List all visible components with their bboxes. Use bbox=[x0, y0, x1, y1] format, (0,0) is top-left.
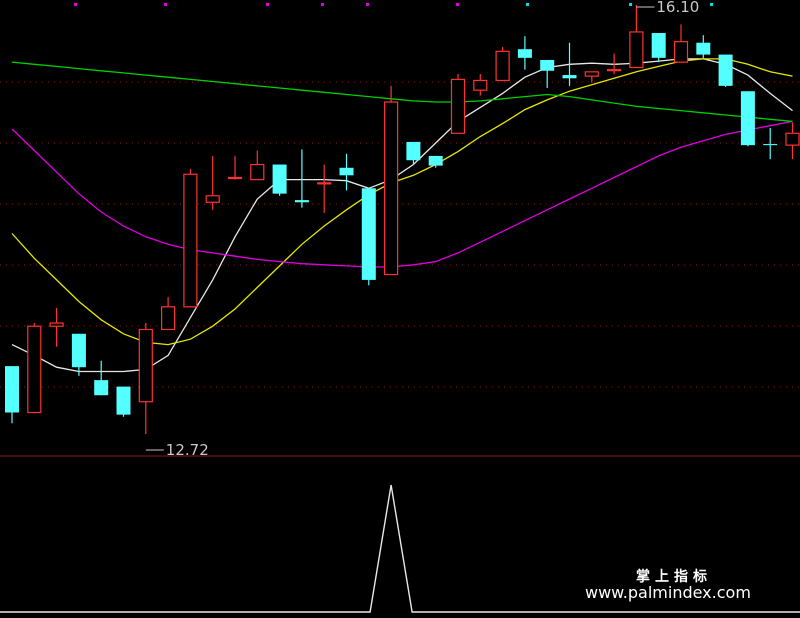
candle-body bbox=[138, 328, 153, 403]
candle-body bbox=[5, 366, 19, 413]
candle-body bbox=[517, 49, 532, 58]
candle-body bbox=[696, 42, 711, 55]
top-marker-dot bbox=[366, 3, 369, 6]
price-grid bbox=[0, 81, 800, 388]
candle-body bbox=[428, 155, 443, 166]
candle-body bbox=[27, 325, 42, 414]
top-marker-dot bbox=[266, 3, 269, 6]
candle-body bbox=[540, 59, 555, 71]
candles bbox=[5, 5, 800, 435]
candle-body bbox=[339, 167, 354, 176]
candle-body bbox=[606, 69, 622, 72]
candle-body bbox=[785, 132, 800, 146]
candle-body bbox=[250, 163, 265, 181]
high-price-label: 16.10 bbox=[656, 0, 699, 16]
candle-body bbox=[272, 164, 287, 194]
candle-body bbox=[183, 173, 198, 308]
candle-body bbox=[651, 33, 666, 58]
top-marker-dot bbox=[321, 3, 324, 6]
candle-body bbox=[116, 386, 131, 415]
watermark-url: www.palmindex.com bbox=[585, 583, 751, 602]
candle-body bbox=[763, 144, 778, 146]
candle-body bbox=[294, 200, 309, 203]
top-marker-dot bbox=[710, 3, 713, 6]
candle-body bbox=[562, 75, 577, 79]
candle-body bbox=[49, 322, 64, 327]
candle-body bbox=[317, 182, 332, 185]
candle-body bbox=[94, 380, 109, 396]
top-marker-dot bbox=[629, 3, 632, 6]
candlestick-chart: 12.72 16.10 bbox=[0, 0, 800, 613]
candle-body bbox=[495, 50, 510, 82]
candle-body bbox=[406, 141, 421, 161]
candle-body bbox=[227, 176, 243, 180]
high-price-marker: 16.10 bbox=[636, 0, 699, 16]
candle-body bbox=[205, 195, 220, 203]
candle-body bbox=[629, 31, 644, 69]
candle-body bbox=[473, 79, 488, 91]
candle-body bbox=[584, 71, 599, 77]
top-markers bbox=[74, 3, 713, 6]
candle-body bbox=[71, 333, 86, 368]
candle-body bbox=[740, 91, 755, 146]
moving-average-line bbox=[11, 61, 793, 123]
top-marker-dot bbox=[456, 3, 459, 6]
moving-averages bbox=[11, 58, 793, 373]
candle-body bbox=[361, 188, 376, 280]
moving-average-line bbox=[11, 58, 793, 346]
candle-body bbox=[450, 78, 466, 134]
moving-average-line bbox=[11, 58, 793, 373]
candle-body bbox=[673, 41, 689, 63]
candle-body bbox=[161, 306, 176, 331]
top-marker-dot bbox=[74, 3, 77, 6]
top-marker-dot bbox=[526, 3, 529, 6]
low-price-label: 12.72 bbox=[166, 441, 209, 459]
top-marker-dot bbox=[164, 3, 167, 6]
candle-body bbox=[718, 54, 733, 86]
candle-body bbox=[384, 101, 399, 276]
